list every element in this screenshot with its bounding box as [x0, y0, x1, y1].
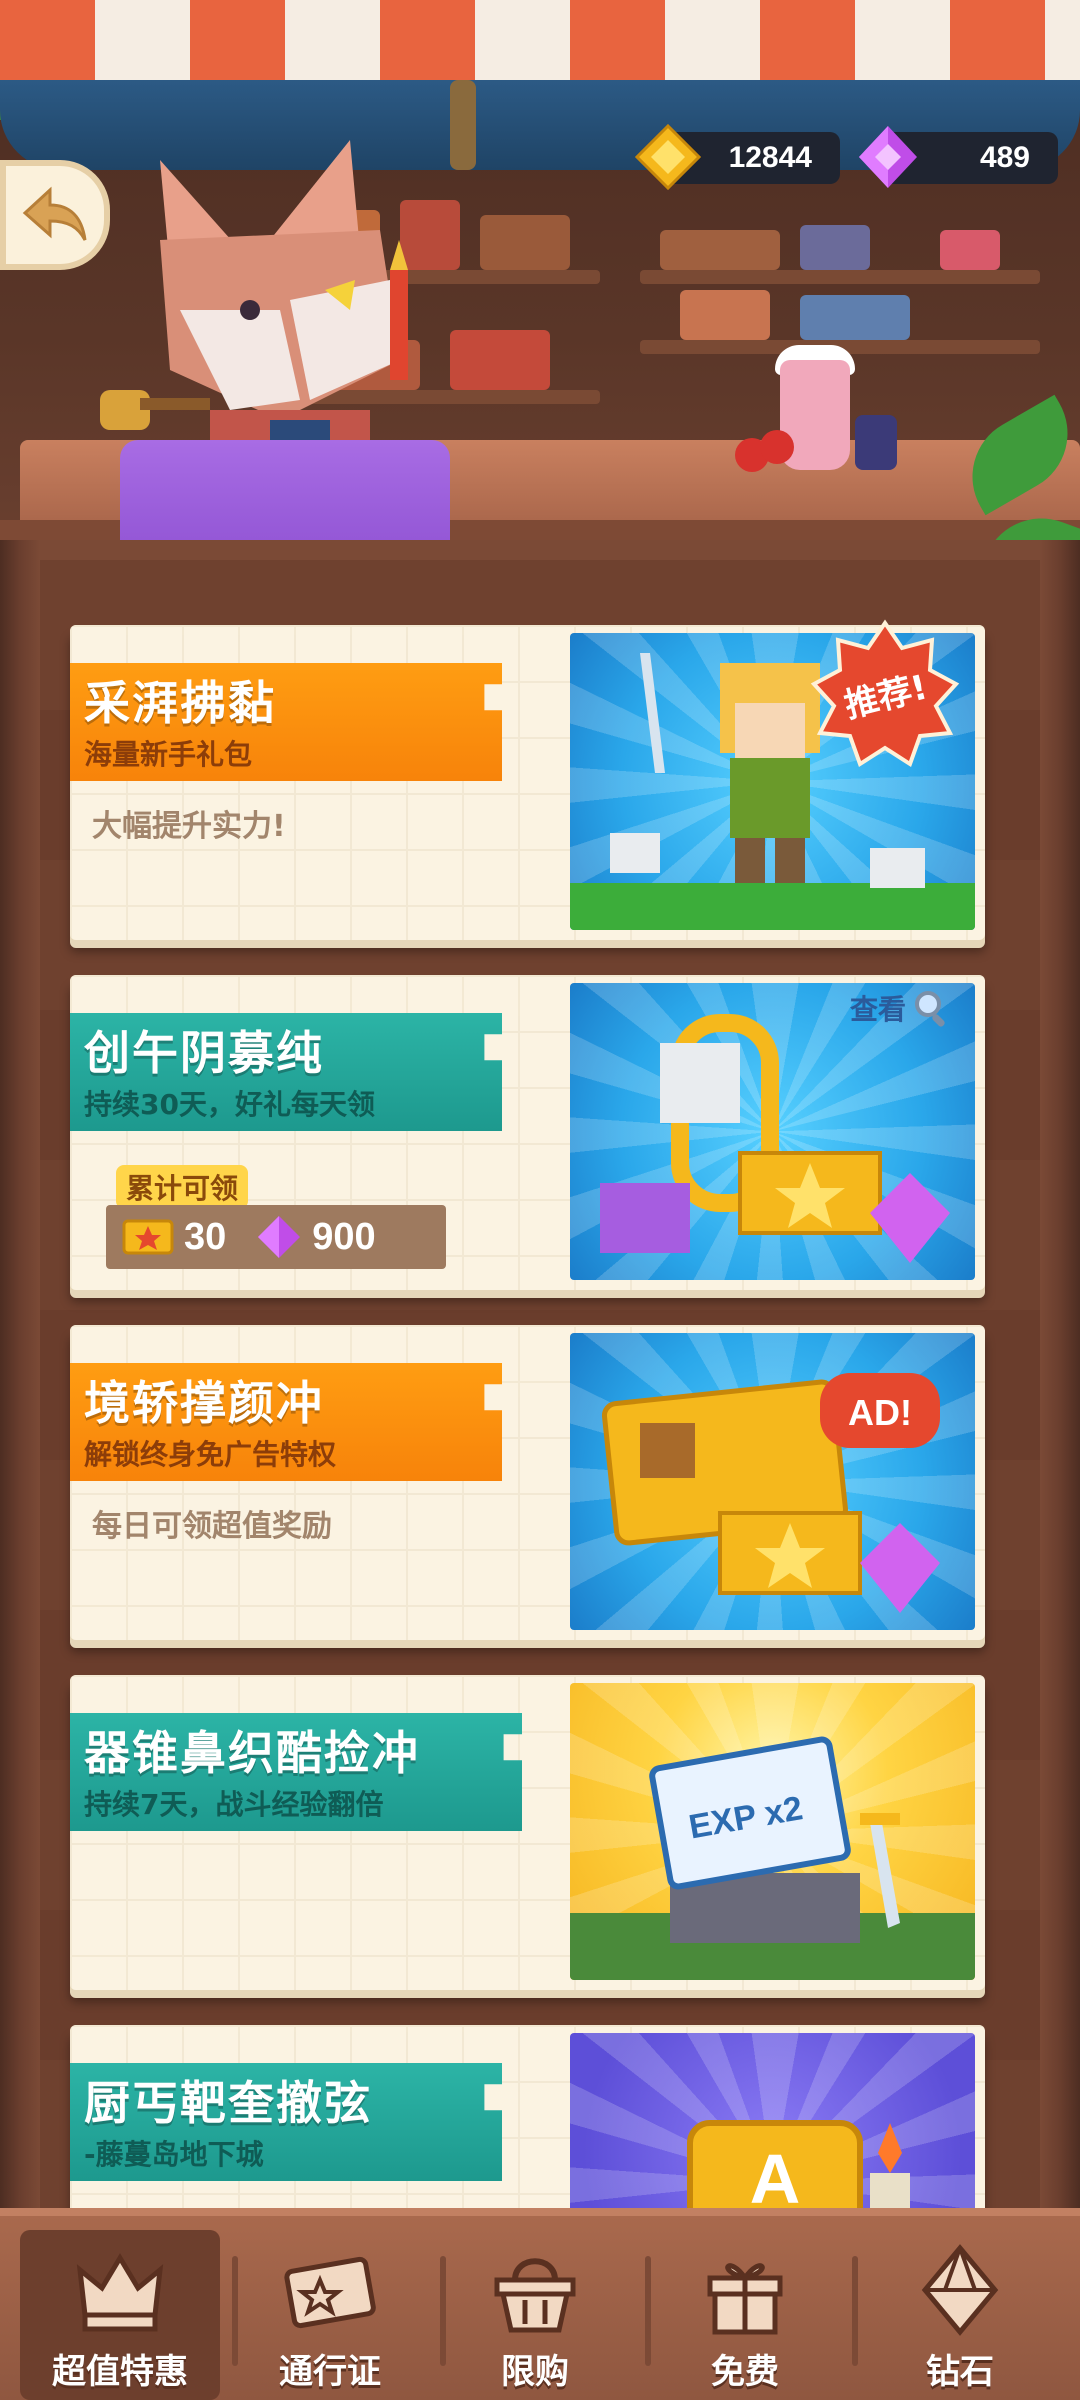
purple-gem-icon: [859, 126, 917, 188]
offer-card-exp-boost[interactable]: EXP x2 器锥鼻织酷捡冲 持续7天，战斗经验翻倍: [70, 1675, 985, 1990]
card-ribbon: 厨丐靶奎撤弦 -藤蔓岛地下城: [70, 2063, 502, 2181]
nav-tab-limited[interactable]: 限购: [435, 2230, 635, 2400]
card-title: 采湃拂黏: [84, 676, 276, 730]
card-ribbon: 境轿撑颜冲 解锁终身免广告特权: [70, 1363, 502, 1481]
card-ribbon: 采湃拂黏 海量新手礼包: [70, 663, 502, 781]
basket-icon: [494, 2258, 576, 2333]
svg-text:A: A: [750, 2140, 801, 2218]
gem-amount: 489: [979, 141, 1030, 174]
shelf: [640, 270, 1040, 284]
shelf-box: [450, 330, 550, 390]
card-subtitle: 持续30天，好礼每天领: [84, 1088, 375, 1121]
shelf-box: [940, 230, 1000, 270]
shelf-box: [660, 230, 780, 270]
gem-currency: 489: [859, 126, 1058, 188]
gold-coin-icon: [635, 124, 701, 190]
exp-boost-art: EXP x2: [570, 1683, 975, 1980]
diamond-icon: [921, 2244, 999, 2336]
nav-tab-special-offers[interactable]: 超值特惠: [20, 2230, 220, 2400]
nav-label: 超值特惠: [52, 2352, 188, 2392]
pass-ticket-icon: [284, 2256, 376, 2329]
shelf-box: [800, 295, 910, 340]
reward-gems-amount: 900: [312, 1215, 376, 1258]
jam-jar: [855, 415, 897, 470]
card-ribbon: 创午阴募纯 持续30天，好礼每天领: [70, 1013, 502, 1131]
gift-icon: [707, 2263, 783, 2335]
star-ticket-icon: [122, 1219, 174, 1255]
nav-label: 通行证: [279, 2352, 381, 2392]
card-title: 厨丐靶奎撤弦: [84, 2076, 372, 2130]
card-subtitle: 解锁终身免广告特权: [84, 1438, 337, 1471]
reward-tickets-amount: 30: [184, 1215, 227, 1258]
nav-label: 钻石: [926, 2352, 994, 2392]
nav-tab-free[interactable]: 免费: [645, 2230, 845, 2400]
view-details-link[interactable]: 查看: [850, 988, 952, 1028]
ad-art-text: AD!: [848, 1392, 912, 1433]
crown-icon: [76, 2253, 164, 2332]
offer-card-no-ads[interactable]: AD! 境轿撑颜冲 解锁终身免广告特权 每日可领超值奖励: [70, 1325, 985, 1640]
card-subtitle: 持续7天，战斗经验翻倍: [84, 1788, 384, 1821]
card-title: 境轿撑颜冲: [84, 1376, 324, 1430]
nav-label: 免费: [711, 2352, 779, 2392]
bottom-nav: 超值特惠 通行证 限购 免费 钻石: [0, 2208, 1080, 2400]
shelf-box: [680, 290, 770, 340]
shelf-box: [480, 215, 570, 270]
card-title: 器锥鼻织酷捡冲: [84, 1726, 420, 1780]
card-description: 大幅提升实力!: [92, 809, 286, 844]
nav-label: 限购: [501, 2352, 569, 2392]
card-ribbon: 器锥鼻织酷捡冲 持续7天，战斗经验翻倍: [70, 1713, 522, 1831]
strawberry: [760, 430, 794, 464]
nav-tab-diamonds[interactable]: 钻石: [860, 2230, 1060, 2400]
card-subtitle: 海量新手礼包: [84, 738, 253, 771]
accumulate-label: 累计可领: [116, 1165, 249, 1209]
accumulate-rewards: 30 900: [106, 1205, 446, 1269]
card-subtitle: -藤蔓岛地下城: [84, 2138, 264, 2171]
card-description: 每日可领超值奖励: [92, 1509, 332, 1544]
card-title: 创午阴募纯: [84, 1026, 324, 1080]
back-arrow-icon: [22, 186, 87, 241]
nav-divider: [852, 2256, 858, 2366]
gold-amount: 12844: [728, 141, 812, 174]
nav-tab-pass[interactable]: 通行证: [230, 2230, 430, 2400]
gold-currency: 12844: [635, 124, 840, 190]
offer-card-monthly-pass[interactable]: 创午阴募纯 持续30天，好礼每天领 累计可领 30 900: [70, 975, 985, 1290]
purple-gem-icon: [258, 1216, 301, 1258]
no-ads-art: AD!: [570, 1333, 975, 1630]
shelf-box: [800, 225, 870, 270]
magnifier-icon: [915, 991, 945, 1027]
back-button[interactable]: [0, 160, 110, 270]
view-label: 查看: [850, 993, 907, 1026]
